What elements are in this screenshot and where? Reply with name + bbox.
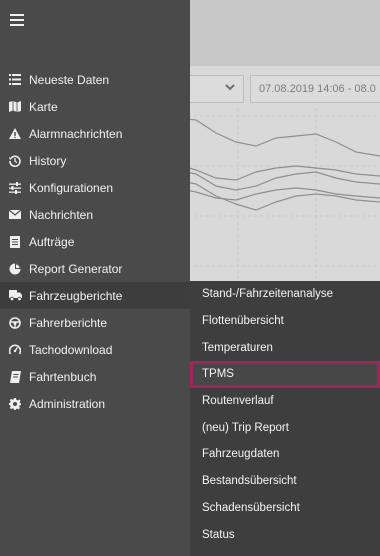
sidebar-item-history[interactable]: History bbox=[0, 147, 190, 174]
sidebar-item-nachrichten[interactable]: Nachrichten bbox=[0, 201, 190, 228]
submenu-item-stand-fahrzeitenanalyse[interactable]: Stand-/Fahrzeitenanalyse bbox=[190, 281, 380, 308]
sidebar-item-label: Aufträge bbox=[29, 234, 75, 249]
hamburger-icon[interactable] bbox=[10, 14, 24, 26]
map-icon bbox=[8, 100, 22, 114]
submenu-item-temperaturen[interactable]: Temperaturen bbox=[190, 334, 380, 361]
chevron-down-icon bbox=[224, 81, 236, 96]
sidebar-item-label: Tachodownload bbox=[29, 342, 113, 357]
submenu-item-flottenuebersicht[interactable]: Flottenübersicht bbox=[190, 308, 380, 335]
sidebar-item-label: Fahrerberichte bbox=[29, 315, 108, 330]
sidebar-item-label: Fahrzeugberichte bbox=[29, 288, 123, 303]
submenu-item-bestandsuebersicht[interactable]: Bestandsübersicht bbox=[190, 468, 380, 495]
sidebar-item-alarmnachrichten[interactable]: Alarmnachrichten bbox=[0, 120, 190, 147]
sidebar-item-auftraege[interactable]: Aufträge bbox=[0, 228, 190, 255]
submenu-fahrzeugberichte: Stand-/Fahrzeitenanalyse Flottenübersich… bbox=[190, 281, 380, 556]
sidebar-item-konfigurationen[interactable]: Konfigurationen bbox=[0, 174, 190, 201]
gear-icon bbox=[8, 397, 22, 411]
sidebar-item-fahrzeugberichte[interactable]: Fahrzeugberichte bbox=[0, 282, 190, 309]
sidebar-item-label: Neueste Daten bbox=[29, 72, 110, 87]
line-chart bbox=[176, 108, 380, 284]
sidebar-item-label: Report Generator bbox=[29, 261, 123, 276]
date-range-field[interactable]: 07.08.2019 14:06 - 08.0 bbox=[250, 75, 380, 103]
envelope-icon bbox=[8, 208, 22, 222]
sliders-icon bbox=[8, 181, 22, 195]
book-icon bbox=[8, 370, 22, 384]
sidebar-item-label: Administration bbox=[29, 396, 106, 411]
submenu-item-tpms[interactable]: TPMS bbox=[190, 361, 380, 388]
sidebar-item-administration[interactable]: Administration bbox=[0, 390, 190, 417]
chart-series-line bbox=[176, 117, 380, 157]
tachometer-icon bbox=[8, 343, 22, 357]
submenu-item-trip-report[interactable]: (neu) Trip Report bbox=[190, 414, 380, 441]
sidebar-item-report-generator[interactable]: Report Generator bbox=[0, 255, 190, 282]
sidebar-item-neueste-daten[interactable]: Neueste Daten bbox=[0, 66, 190, 93]
submenu-item-routenverlauf[interactable]: Routenverlauf bbox=[190, 388, 380, 415]
pie-chart-icon bbox=[8, 262, 22, 276]
sidebar-menu: Neueste Daten Karte Alarmnachrichten His… bbox=[0, 66, 190, 417]
sidebar-item-tachodownload[interactable]: Tachodownload bbox=[0, 336, 190, 363]
sidebar-item-label: Nachrichten bbox=[29, 207, 94, 222]
document-icon bbox=[8, 235, 22, 249]
sidebar-item-label: Karte bbox=[29, 99, 58, 114]
warning-icon bbox=[8, 127, 22, 141]
sidebar: Neueste Daten Karte Alarmnachrichten His… bbox=[0, 0, 190, 556]
sidebar-item-fahrtenbuch[interactable]: Fahrtenbuch bbox=[0, 363, 190, 390]
submenu-item-fahrzeugdaten[interactable]: Fahrzeugdaten bbox=[190, 441, 380, 468]
list-icon bbox=[8, 73, 22, 87]
sidebar-item-label: History bbox=[29, 153, 67, 168]
sidebar-item-label: Alarmnachrichten bbox=[29, 126, 123, 141]
sidebar-item-label: Konfigurationen bbox=[29, 180, 114, 195]
submenu-item-schadensuebersicht[interactable]: Schadensübersicht bbox=[190, 495, 380, 522]
truck-icon bbox=[8, 289, 22, 303]
steering-wheel-icon bbox=[8, 316, 22, 330]
history-icon bbox=[8, 154, 22, 168]
sidebar-item-label: Fahrtenbuch bbox=[29, 369, 97, 384]
submenu-item-status[interactable]: Status bbox=[190, 521, 380, 548]
sidebar-item-fahrerberichte[interactable]: Fahrerberichte bbox=[0, 309, 190, 336]
sidebar-item-karte[interactable]: Karte bbox=[0, 93, 190, 120]
